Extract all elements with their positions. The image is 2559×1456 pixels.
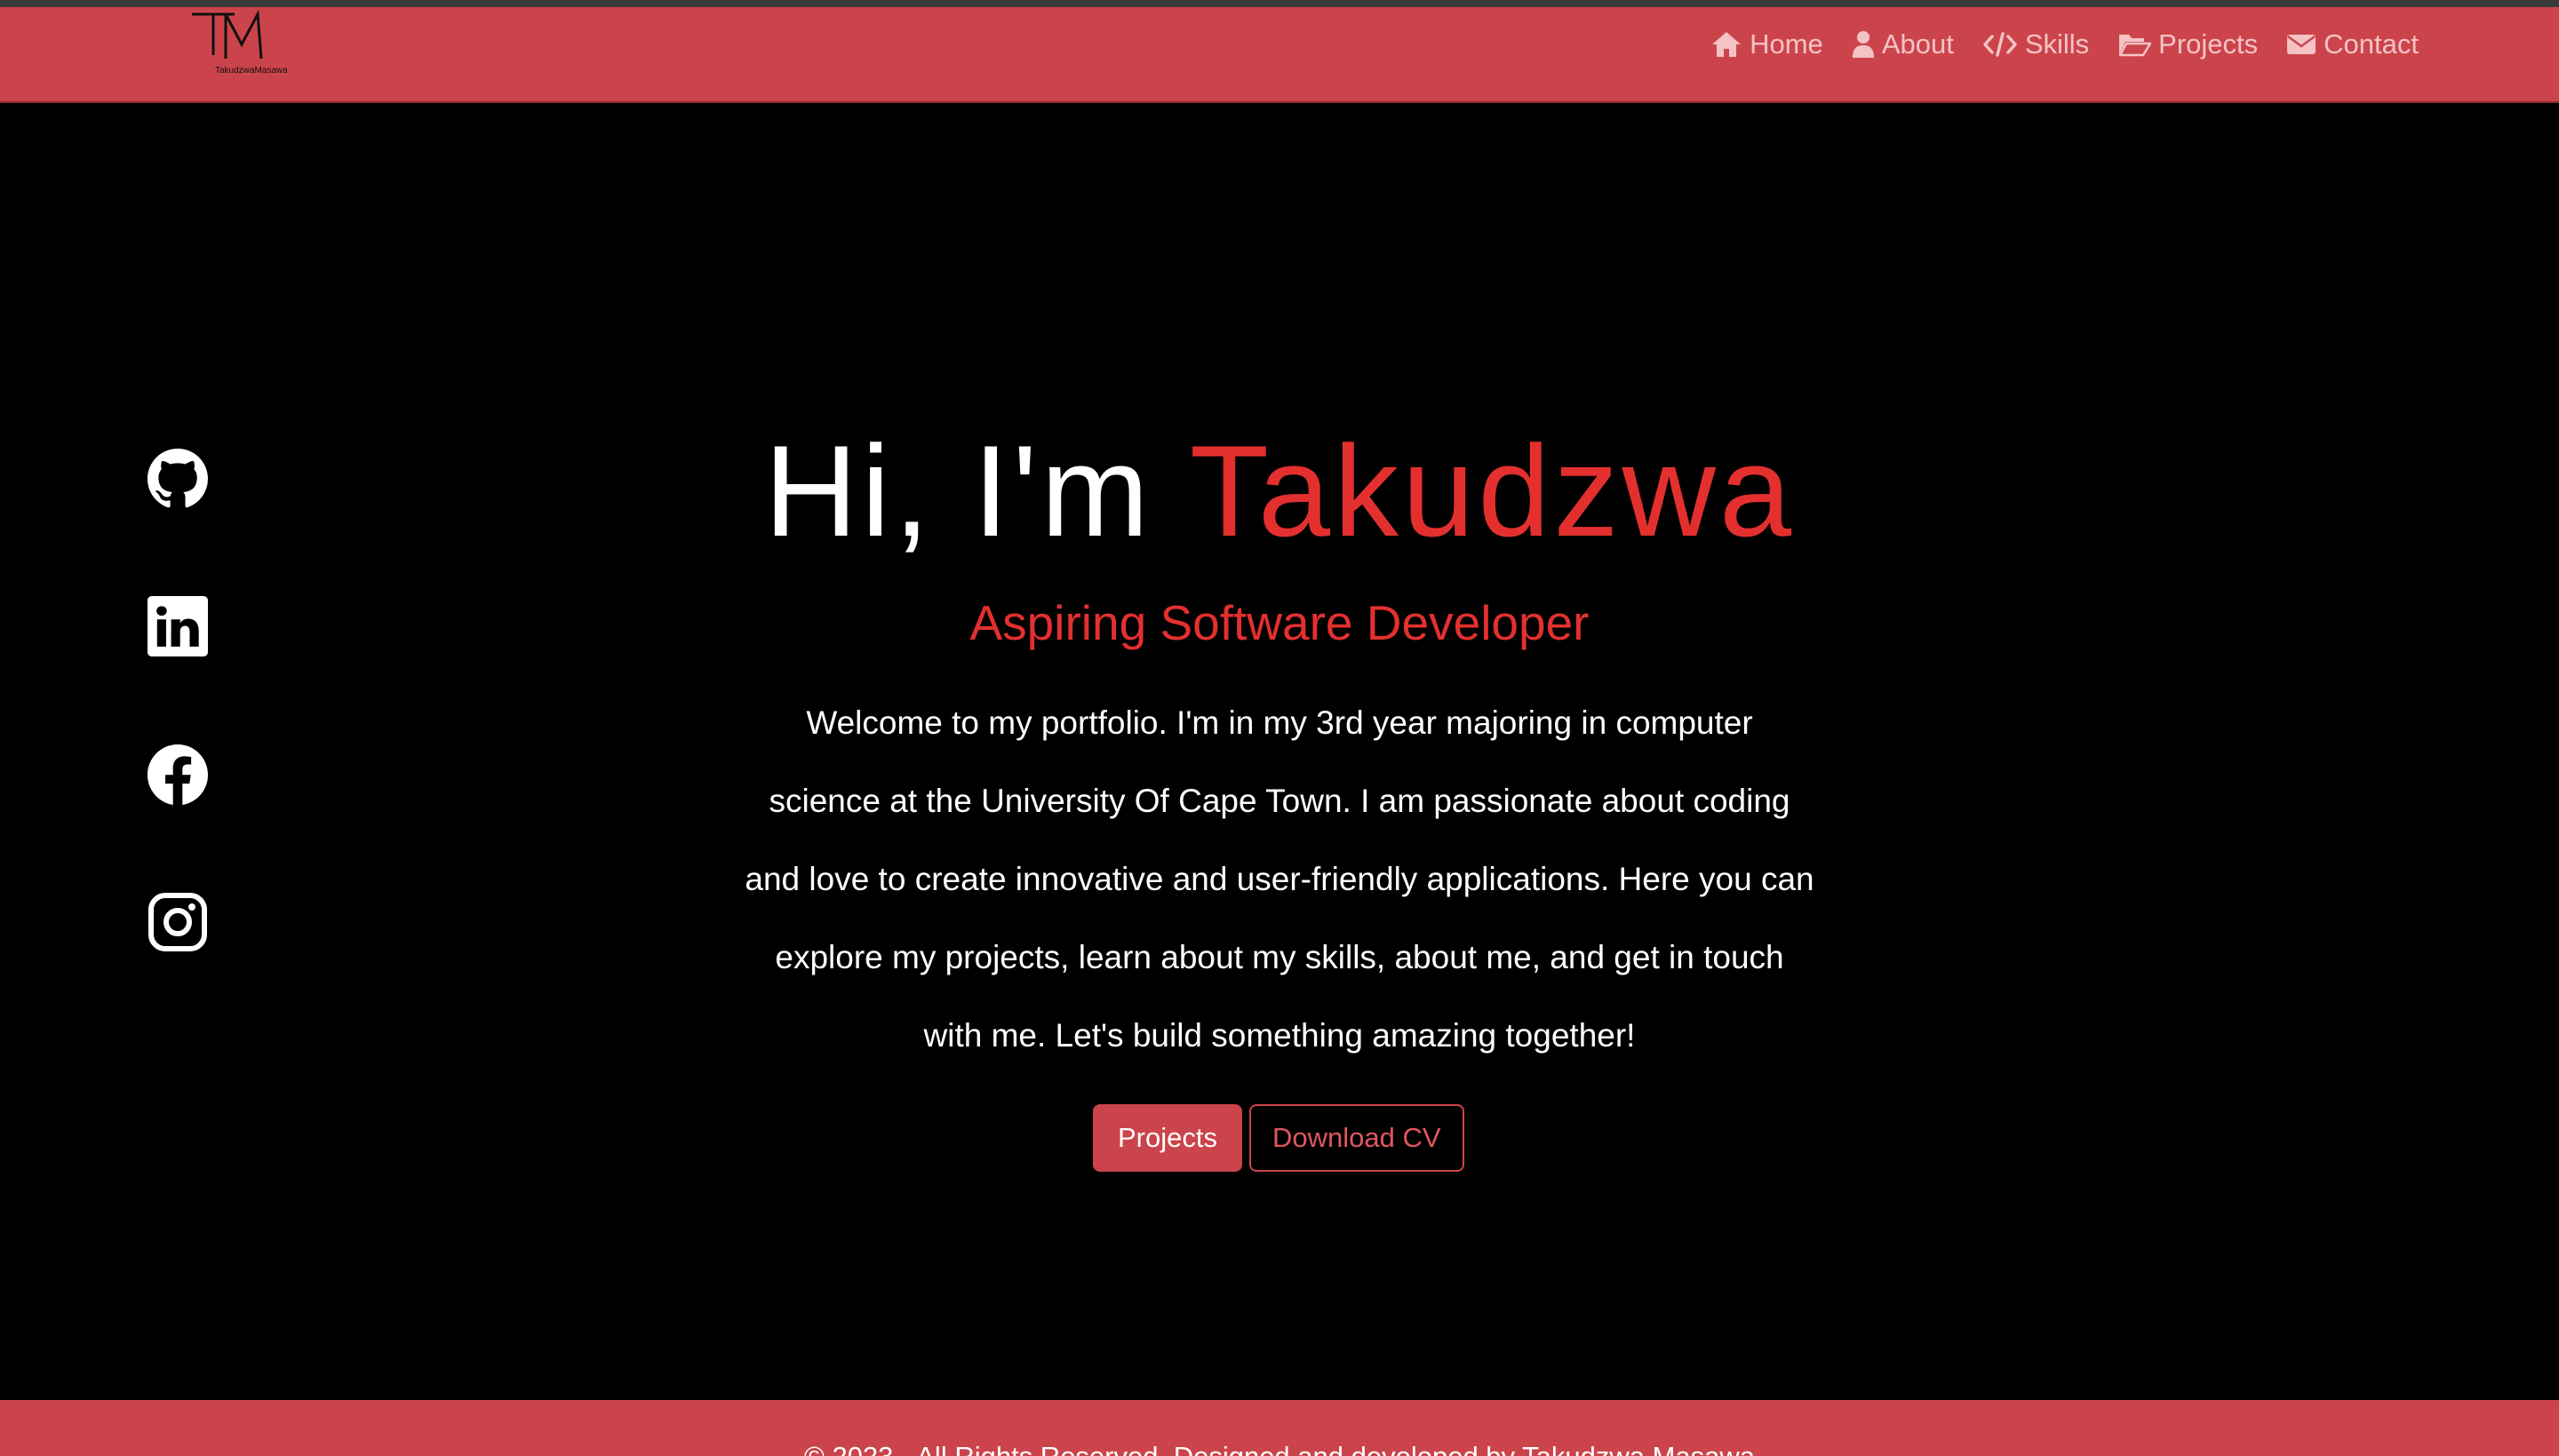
bio-line: explore my projects, learn about my skil… xyxy=(775,939,1784,975)
hero-subtitle: Aspiring Software Developer xyxy=(969,595,1590,650)
site-logo[interactable]: TakudzwaMasawa xyxy=(190,9,318,80)
bio-line: and love to create innovative and user-f… xyxy=(745,861,1814,897)
bio-line: Welcome to my portfolio. I'm in my 3rd y… xyxy=(806,704,1753,741)
nav-contact-label: Contact xyxy=(2324,28,2419,60)
main-nav: Home About Skills Projects Contact xyxy=(1710,25,2419,64)
hero-name: Takudzwa xyxy=(1189,418,1796,563)
projects-button[interactable]: Projects xyxy=(1093,1104,1242,1172)
user-icon xyxy=(1852,30,1875,59)
instagram-link[interactable] xyxy=(147,892,208,952)
home-icon xyxy=(1710,30,1742,59)
nav-projects-label: Projects xyxy=(2158,28,2259,60)
nav-contact[interactable]: Contact xyxy=(2286,28,2419,60)
hero-title: Hi, I'm Takudzwa xyxy=(0,416,2559,567)
window-top-border xyxy=(0,0,2559,7)
nav-home[interactable]: Home xyxy=(1710,28,1823,60)
bio-line: science at the University Of Cape Town. … xyxy=(769,783,1790,819)
download-cv-button[interactable]: Download CV xyxy=(1248,1104,1464,1172)
nav-about[interactable]: About xyxy=(1852,28,1954,60)
facebook-icon xyxy=(147,744,208,805)
footer-copyright: © 2023 - All Rights Reserved. Designed a… xyxy=(0,1439,2559,1456)
facebook-link[interactable] xyxy=(147,744,208,805)
bio-line: with me. Let's build something amazing t… xyxy=(923,1017,1636,1054)
nav-skills-label: Skills xyxy=(2024,28,2090,60)
nav-skills[interactable]: Skills xyxy=(1982,28,2089,60)
nav-home-label: Home xyxy=(1750,28,1823,60)
logo-caption: TakudzwaMasawa xyxy=(215,66,288,76)
navbar: TakudzwaMasawa Home About Skills Project… xyxy=(0,7,2559,102)
hero-actions: Projects Download CV xyxy=(1093,1104,1464,1172)
nav-about-label: About xyxy=(1881,28,1954,60)
footer: © 2023 - All Rights Reserved. Designed a… xyxy=(0,1400,2559,1456)
hero-greeting: Hi, I'm xyxy=(763,418,1190,563)
navbar-divider xyxy=(0,101,2559,103)
code-icon xyxy=(1982,30,2018,59)
nav-projects[interactable]: Projects xyxy=(2117,28,2258,60)
folder-open-icon xyxy=(2117,30,2152,59)
hero-bio: Welcome to my portfolio. I'm in my 3rd y… xyxy=(702,684,1857,1075)
instagram-icon xyxy=(147,892,208,952)
envelope-icon xyxy=(2286,30,2316,59)
